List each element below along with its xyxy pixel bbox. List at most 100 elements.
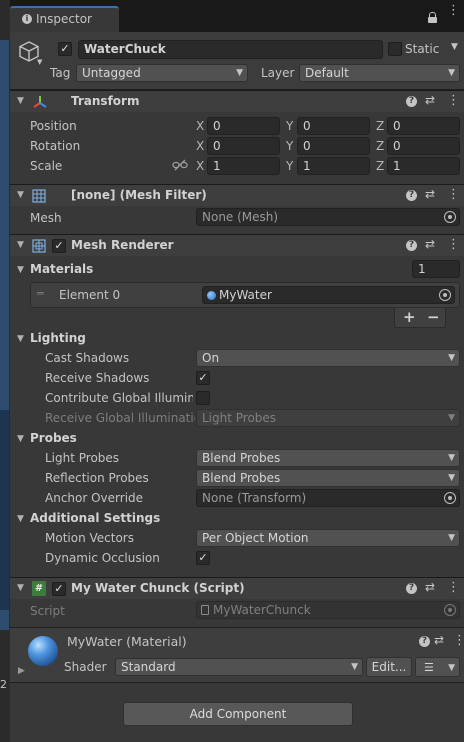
rotation-x-label[interactable]: X <box>196 139 204 153</box>
scale-y-field[interactable]: 1 <box>297 157 370 175</box>
contribute-gi-checkbox[interactable] <box>196 391 210 405</box>
chevron-down-icon: ▼ <box>448 473 455 483</box>
object-picker-icon[interactable] <box>444 211 456 223</box>
contribute-gi-label: Contribute Global Illuminat <box>45 391 193 405</box>
position-x-field[interactable]: 0 <box>207 117 280 135</box>
presets-icon[interactable]: ⇄ <box>425 93 435 107</box>
component-menu-icon[interactable]: ⋮ <box>447 580 460 595</box>
help-icon[interactable]: ? <box>419 636 430 647</box>
transform-axes-icon <box>33 96 47 108</box>
element0-object-field[interactable]: MyWater <box>202 286 455 304</box>
rotation-x-field[interactable]: 0 <box>207 137 280 155</box>
rotation-y-field[interactable]: 0 <box>297 137 370 155</box>
kebab-menu-icon[interactable]: ⋮ <box>447 4 460 17</box>
component-menu-icon[interactable]: ⋮ <box>447 187 460 202</box>
materials-label[interactable]: Materials <box>30 262 93 276</box>
active-checkbox[interactable]: ✓ <box>58 42 72 56</box>
additional-settings-foldout-icon[interactable]: ▼ <box>17 514 24 524</box>
probes-foldout-icon[interactable]: ▼ <box>17 434 24 444</box>
lock-icon[interactable] <box>428 12 437 23</box>
position-z-label[interactable]: Z <box>376 119 384 133</box>
static-dropdown-arrow[interactable]: ▼ <box>451 42 458 52</box>
shader-label: Shader <box>64 660 107 674</box>
script-component-header[interactable]: ▼ # ✓ My Water Chunck (Script) ? ⇄ ⋮ <box>10 577 464 599</box>
element0-label: Element 0 <box>59 288 121 302</box>
foldout-arrow-icon[interactable]: ▼ <box>17 190 24 200</box>
lighting-foldout-icon[interactable]: ▼ <box>17 334 24 344</box>
anchor-override-field[interactable]: None (Transform) <box>196 489 460 507</box>
component-menu-icon[interactable]: ⋮ <box>453 633 464 648</box>
presets-icon[interactable]: ⇄ <box>425 187 435 201</box>
help-icon[interactable]: ? <box>406 583 417 594</box>
help-icon[interactable]: ? <box>406 96 417 107</box>
tab-inspector[interactable]: i Inspector <box>10 6 119 32</box>
icon-dropdown-arrow[interactable]: ▼ <box>37 58 42 66</box>
component-menu-icon[interactable]: ⋮ <box>447 237 460 252</box>
object-picker-icon[interactable] <box>444 492 456 504</box>
help-icon[interactable]: ? <box>406 190 417 201</box>
static-checkbox[interactable] <box>388 42 402 56</box>
reflection-probes-dropdown[interactable]: Blend Probes ▼ <box>196 469 460 487</box>
position-y-label[interactable]: Y <box>286 119 293 133</box>
scale-label: Scale <box>30 159 63 173</box>
material-foldout-icon[interactable]: ▶ <box>18 666 25 676</box>
shader-options-dropdown[interactable]: ☰ ▼ <box>415 657 460 677</box>
mesh-value: None (Mesh) <box>202 210 279 224</box>
shader-value: Standard <box>121 660 176 674</box>
additional-settings-label[interactable]: Additional Settings <box>30 511 160 525</box>
drag-handle-icon[interactable]: ═ <box>37 287 44 300</box>
presets-icon[interactable]: ⇄ <box>434 633 444 647</box>
scale-x-field[interactable]: 1 <box>207 157 280 175</box>
foldout-arrow-icon[interactable]: ▼ <box>17 240 24 250</box>
remove-element-button[interactable]: − <box>427 308 440 326</box>
shader-dropdown[interactable]: Standard ▼ <box>115 658 363 676</box>
foldout-arrow-icon[interactable]: ▼ <box>17 583 24 593</box>
layer-value: Default <box>305 66 349 80</box>
constrain-proportions-icon[interactable] <box>172 159 188 171</box>
rotation-y-label[interactable]: Y <box>286 139 293 153</box>
transform-header[interactable]: ▼ Transform ? ⇄ ⋮ <box>10 90 464 112</box>
dynamic-occlusion-label: Dynamic Occlusion <box>45 551 160 565</box>
light-probes-label: Light Probes <box>45 451 120 465</box>
component-menu-icon[interactable]: ⋮ <box>447 93 460 108</box>
add-component-button[interactable]: Add Component <box>123 702 353 726</box>
scale-z-label[interactable]: Z <box>376 159 384 173</box>
cast-shadows-dropdown[interactable]: On ▼ <box>196 349 460 367</box>
material-sphere-icon <box>207 291 216 300</box>
position-x-label[interactable]: X <box>196 119 204 133</box>
add-element-button[interactable]: + <box>403 308 416 326</box>
gameobject-name-input[interactable]: WaterChuck <box>78 40 383 59</box>
mesh-renderer-header[interactable]: ▼ ✓ Mesh Renderer ? ⇄ ⋮ <box>10 234 464 256</box>
layer-dropdown[interactable]: Default ▼ <box>299 64 460 82</box>
mesh-renderer-enabled-checkbox[interactable]: ✓ <box>52 239 66 253</box>
rotation-z-label[interactable]: Z <box>376 139 384 153</box>
script-enabled-checkbox[interactable]: ✓ <box>52 582 66 596</box>
probes-label[interactable]: Probes <box>30 431 77 445</box>
object-picker-icon[interactable] <box>439 289 451 301</box>
receive-shadows-checkbox[interactable]: ✓ <box>196 371 210 385</box>
mesh-object-field[interactable]: None (Mesh) <box>196 208 460 226</box>
info-icon: i <box>22 14 32 24</box>
presets-icon[interactable]: ⇄ <box>425 237 435 251</box>
lighting-label[interactable]: Lighting <box>30 331 86 345</box>
scale-x-label[interactable]: X <box>196 159 204 173</box>
scale-z-field[interactable]: 1 <box>387 157 460 175</box>
mesh-filter-header[interactable]: ▼ [none] (Mesh Filter) ? ⇄ ⋮ <box>10 184 464 206</box>
position-z-field[interactable]: 0 <box>387 117 460 135</box>
tag-dropdown[interactable]: Untagged ▼ <box>76 64 248 82</box>
foldout-arrow-icon[interactable]: ▼ <box>17 96 24 106</box>
materials-count-field[interactable]: 1 <box>412 260 460 278</box>
receive-gi-dropdown: Light Probes ▼ <box>196 409 460 427</box>
shader-edit-button[interactable]: Edit... <box>366 657 412 677</box>
light-probes-dropdown[interactable]: Blend Probes ▼ <box>196 449 460 467</box>
dynamic-occlusion-checkbox[interactable]: ✓ <box>196 551 210 565</box>
materials-list: ═ Element 0 MyWater <box>30 282 460 308</box>
inspector-panel: ▼ ✓ WaterChuck Static ▼ Tag Untagged ▼ L… <box>10 32 464 742</box>
help-icon[interactable]: ? <box>406 240 417 251</box>
position-y-field[interactable]: 0 <box>297 117 370 135</box>
materials-foldout-icon[interactable]: ▼ <box>17 265 24 275</box>
motion-vectors-dropdown[interactable]: Per Object Motion ▼ <box>196 529 460 547</box>
presets-icon[interactable]: ⇄ <box>425 580 435 594</box>
rotation-z-field[interactable]: 0 <box>387 137 460 155</box>
scale-y-label[interactable]: Y <box>286 159 293 173</box>
